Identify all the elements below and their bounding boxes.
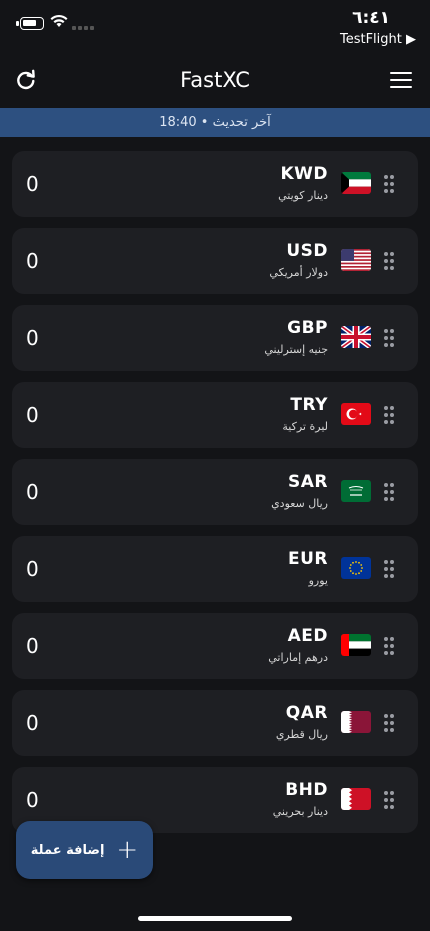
amount-field[interactable]: 0 — [26, 305, 39, 371]
currency-row-gbp[interactable]: 0 GBP جنيه إسترليني — [12, 305, 418, 371]
drag-handle-icon[interactable] — [384, 637, 394, 655]
wifi-icon — [50, 14, 68, 27]
eu-flag-icon — [341, 557, 371, 579]
battery-cap — [16, 21, 19, 26]
currency-row-qar[interactable]: 0 QAR ريال قطري — [12, 690, 418, 756]
currency-row-try[interactable]: 0 TRY ليرة تركية — [12, 382, 418, 448]
currency-code: QAR — [285, 703, 328, 723]
currency-list: 0 KWD دينار كويتي 0 USD دولار أمريكي 0 G… — [12, 151, 418, 844]
amount-field[interactable]: 0 — [26, 459, 39, 525]
currency-row-kwd[interactable]: 0 KWD دينار كويتي — [12, 151, 418, 217]
drag-handle-icon[interactable] — [384, 406, 394, 424]
drag-handle-icon[interactable] — [384, 714, 394, 732]
currency-code: EUR — [287, 549, 328, 569]
plus-icon: + — [116, 835, 139, 865]
cellular-signal-icon — [72, 26, 94, 30]
currency-code: TRY — [290, 395, 328, 415]
last-update-text: آخر تحديث • 18:40 — [159, 115, 271, 130]
currency-code: KWD — [280, 164, 328, 184]
saudi-flag-icon — [341, 480, 371, 502]
currency-code: GBP — [287, 318, 328, 338]
amount-field[interactable]: 0 — [26, 536, 39, 602]
drag-handle-icon[interactable] — [384, 329, 394, 347]
currency-row-sar[interactable]: 0 SAR ريال سعودي — [12, 459, 418, 525]
drag-handle-icon[interactable] — [384, 483, 394, 501]
bahrain-flag-icon — [341, 788, 371, 810]
currency-row-usd[interactable]: 0 USD دولار أمريكي — [12, 228, 418, 294]
battery-icon — [20, 17, 44, 30]
currency-row-aed[interactable]: 0 AED درهم إماراتي — [12, 613, 418, 679]
amount-field[interactable]: 0 — [26, 613, 39, 679]
currency-name: ليرة تركية — [282, 420, 328, 433]
currency-name: يورو — [308, 574, 328, 587]
uk-flag-icon — [341, 326, 371, 348]
add-currency-label: إضافة عملة — [30, 842, 105, 858]
currency-name: درهم إماراتي — [268, 651, 328, 664]
currency-code: AED — [287, 626, 328, 646]
currency-code: USD — [286, 241, 328, 261]
currency-code: SAR — [288, 472, 328, 492]
top-bar: FastXC — [0, 62, 430, 102]
currency-name: دينار كويتي — [278, 189, 328, 202]
home-indicator[interactable] — [138, 916, 292, 921]
currency-code: BHD — [285, 780, 328, 800]
drag-handle-icon[interactable] — [384, 791, 394, 809]
drag-handle-icon[interactable] — [384, 560, 394, 578]
amount-field[interactable]: 0 — [26, 151, 39, 217]
qatar-flag-icon — [341, 711, 371, 733]
drag-handle-icon[interactable] — [384, 252, 394, 270]
amount-field[interactable]: 0 — [26, 690, 39, 756]
currency-name: دينار بحريني — [272, 805, 328, 818]
currency-row-eur[interactable]: 0 EUR يورو — [12, 536, 418, 602]
back-to-testflight-link[interactable]: TestFlight ▶ — [340, 32, 416, 47]
usa-flag-icon — [341, 249, 371, 271]
currency-name: دولار أمريكي — [269, 266, 328, 279]
uae-flag-icon — [341, 634, 371, 656]
kuwait-flag-icon — [341, 172, 371, 194]
status-time: ٦:٤١ — [352, 8, 390, 28]
currency-name: جنيه إسترليني — [264, 343, 328, 356]
currency-name: ريال سعودي — [271, 497, 328, 510]
currency-name: ريال قطري — [275, 728, 328, 741]
last-update-banner: آخر تحديث • 18:40 — [0, 108, 430, 137]
drag-handle-icon[interactable] — [384, 175, 394, 193]
amount-field[interactable]: 0 — [26, 228, 39, 294]
add-currency-button[interactable]: إضافة عملة + — [16, 821, 153, 879]
status-bar: ٦:٤١ TestFlight ▶ — [0, 0, 430, 56]
turkey-flag-icon — [341, 403, 371, 425]
amount-field[interactable]: 0 — [26, 382, 39, 448]
app-title: FastXC — [180, 68, 250, 92]
hamburger-menu-icon[interactable] — [390, 72, 412, 88]
